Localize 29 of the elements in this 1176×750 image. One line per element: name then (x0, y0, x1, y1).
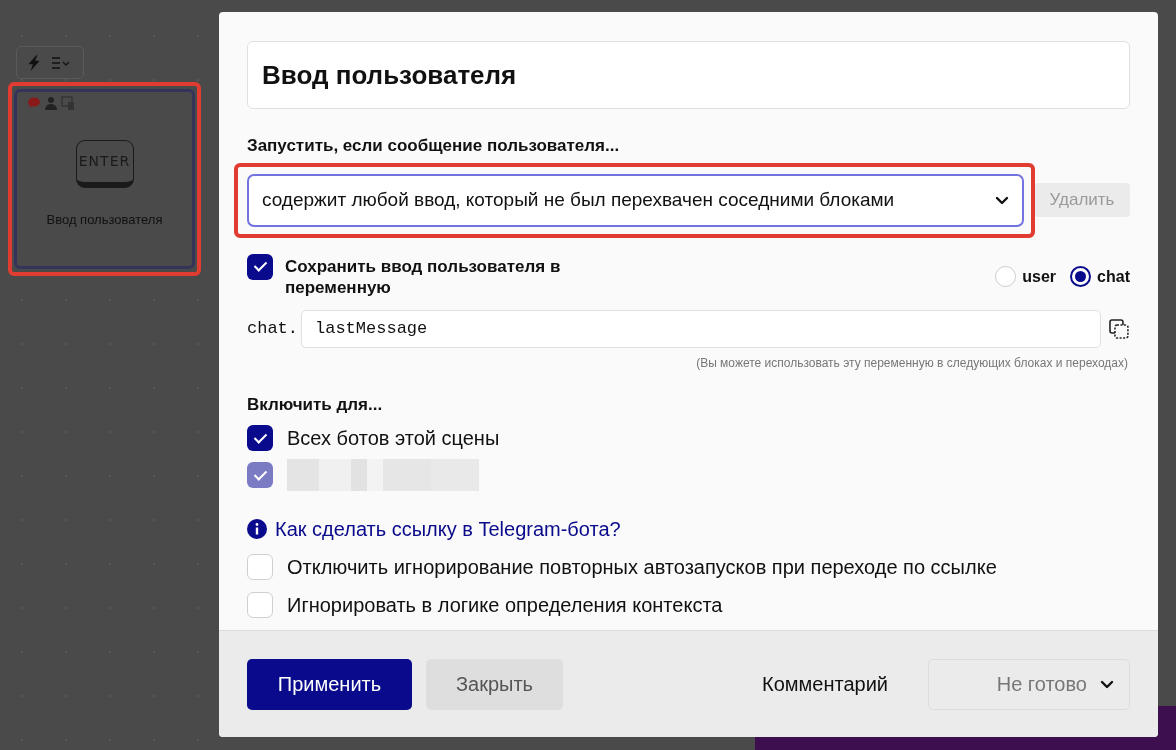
trigger-select[interactable]: содержит любой ввод, который не был перехвачен соседними блоками (247, 173, 1024, 227)
checkbox[interactable] (247, 253, 273, 280)
save-variable-label: Сохранить ввод пользователя в переменную (285, 255, 562, 298)
option-label: Отключить игнорирование повторных автозапусков при переходе по ссылке (287, 555, 997, 580)
variable-hint: (Вы можете использовать эту переменную в следующих блоках и переходах) (695, 354, 1128, 372)
radio-button[interactable] (1070, 266, 1092, 287)
variable-field[interactable]: lastMessage (301, 309, 1102, 348)
node-title: Ввод пользователя (45, 211, 164, 229)
option-label: Игнорировать в логике определения контекста (287, 593, 723, 618)
comment-link[interactable]: Комментарий (762, 669, 888, 699)
help-link[interactable]: Как сделать ссылку в Telegram-бота? (275, 514, 621, 544)
checkbox[interactable] (247, 592, 273, 618)
status-select[interactable]: Не готово (928, 658, 1130, 710)
radio-label: user (1022, 266, 1057, 287)
variable-prefix: chat. (247, 317, 298, 340)
enable-for-label: Включить для... (247, 393, 384, 416)
info-icon (247, 519, 267, 539)
apply-button[interactable]: Применить (247, 658, 412, 710)
checkbox[interactable] (247, 425, 273, 451)
radio-label: chat (1097, 266, 1130, 287)
person-icon (44, 96, 58, 110)
menu-icon[interactable] (51, 56, 71, 69)
checkbox[interactable] (247, 554, 273, 580)
trigger-label: Запустить, если сообщение пользователя... (247, 135, 621, 157)
copy-icon[interactable] (1108, 317, 1130, 340)
chat-bubble-icon (27, 96, 41, 110)
option-label: Всех ботов этой сцены (287, 426, 500, 451)
title-field[interactable]: Ввод пользователя (247, 41, 1130, 109)
close-button[interactable]: Закрыть (426, 658, 563, 710)
